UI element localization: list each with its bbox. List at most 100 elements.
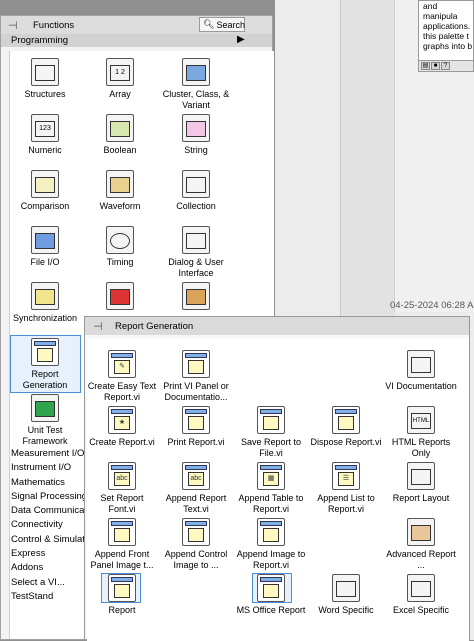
thumbtack-icon[interactable]: ⊣	[8, 19, 18, 32]
list-item[interactable]: Instrument I/O	[8, 461, 88, 475]
rg-item-html-reports[interactable]: HTML HTML Reports Only	[385, 406, 457, 458]
append-control-image-icon	[182, 518, 210, 546]
item-label: Numeric	[28, 145, 62, 155]
category-list: Measurement I/O Instrument I/O Mathemati…	[8, 447, 89, 604]
list-item[interactable]: Connectivity	[8, 518, 88, 532]
palette-item-comparison[interactable]: Comparison	[9, 170, 81, 212]
item-label: HTML Reports Only	[391, 437, 451, 458]
category-label: Programming	[11, 35, 69, 46]
item-label: Print VI Panel or Documentatio...	[163, 381, 229, 402]
rg-item-dispose-report[interactable]: Dispose Report.vi	[310, 406, 382, 448]
list-item[interactable]: TestStand	[8, 590, 88, 604]
rg-item-set-report-font[interactable]: abc Set Report Font.vi	[86, 462, 158, 514]
array-icon: 1 2	[106, 58, 134, 86]
vi-documentation-icon	[407, 350, 435, 378]
item-label: Append Image to Report.vi	[236, 549, 306, 570]
palette-item-file-io[interactable]: File I/O	[9, 226, 81, 268]
report-generation-title-bar[interactable]: ⊣ Report Generation	[85, 317, 469, 335]
html-reports-icon: HTML	[407, 406, 435, 434]
expand-arrow-icon[interactable]: ▶	[237, 34, 245, 45]
rg-item-advanced-report[interactable]: Advanced Report ...	[385, 518, 457, 570]
search-button[interactable]: 🔍︎ Search	[199, 17, 245, 32]
list-item[interactable]: Measurement I/O	[8, 447, 88, 461]
palette-item-timing[interactable]: Timing	[84, 226, 156, 268]
item-label: String	[184, 145, 208, 155]
item-label: Report Layout	[392, 493, 450, 503]
palette-item-string[interactable]: String	[160, 114, 232, 156]
palette-item-array[interactable]: 1 2 Array	[84, 58, 156, 100]
lock-icon[interactable]: ■	[431, 62, 440, 70]
search-icon: 🔍︎	[203, 19, 215, 29]
question-icon[interactable]: ?	[441, 62, 450, 70]
palette-item-numeric[interactable]: 123 Numeric	[9, 114, 81, 156]
palette-item-dialog[interactable]: Dialog & User Interface	[160, 226, 232, 278]
rg-item-ms-office-report[interactable]: MS Office Report	[235, 574, 307, 616]
palette-item-synchronization[interactable]: Synchronization	[9, 282, 81, 324]
item-label: Dialog & User Interface	[168, 257, 224, 278]
palette-item-unit-test[interactable]: Unit Test Framework	[9, 394, 81, 446]
item-label: Print Report.vi	[167, 437, 225, 447]
rg-item-append-table[interactable]: ▦ Append Table to Report.vi	[235, 462, 307, 514]
help-toolbar: ▤ ■ ?	[418, 60, 474, 72]
append-front-panel-icon	[108, 518, 136, 546]
item-label: Set Report Font.vi	[100, 493, 144, 514]
append-image-icon	[257, 518, 285, 546]
rg-item-word-specific[interactable]: Word Specific	[310, 574, 382, 616]
item-label: Dispose Report.vi	[310, 437, 382, 447]
help-line: applications.	[423, 21, 471, 31]
numeric-icon: 123	[31, 114, 59, 142]
list-item[interactable]: Signal Processing	[8, 490, 88, 504]
rg-item-excel-specific[interactable]: Excel Specific	[385, 574, 457, 616]
palette-item-report-generation[interactable]: Report Generation	[9, 338, 81, 390]
rg-item-append-list[interactable]: ☰ Append List to Report.vi	[310, 462, 382, 514]
item-label: Comparison	[20, 201, 70, 211]
item-label: Array	[109, 89, 131, 99]
item-label: Create Report.vi	[89, 437, 155, 447]
rg-item-print-vi-panel[interactable]: Print VI Panel or Documentatio...	[160, 350, 232, 402]
list-item[interactable]: Control & Simulati	[8, 533, 88, 547]
functions-title-bar[interactable]: ⊣ Functions 🔍︎ Search	[1, 16, 272, 34]
palette-item-graphics-sound[interactable]	[84, 282, 156, 313]
list-item[interactable]: Express	[8, 547, 88, 561]
palette-item-application-control[interactable]	[160, 282, 232, 313]
list-item[interactable]: Mathematics	[8, 476, 88, 490]
category-header[interactable]: Programming ▶	[1, 34, 272, 47]
report-icon	[108, 574, 136, 602]
show-help-icon[interactable]: ▤	[421, 62, 430, 70]
item-label: Append Report Text.vi	[165, 493, 227, 514]
rg-item-create-easy-text-report[interactable]: ✎ Create Easy Text Report.vi	[86, 350, 158, 402]
item-label: Excel Specific	[392, 605, 450, 615]
append-table-icon: ▦	[257, 462, 285, 490]
rg-item-report[interactable]: Report	[86, 574, 158, 616]
rg-item-append-control-image[interactable]: Append Control Image to ...	[160, 518, 232, 570]
application-control-icon	[182, 282, 210, 310]
palette-item-structures[interactable]: Structures	[9, 58, 81, 100]
file-io-icon	[31, 226, 59, 254]
rg-item-print-report[interactable]: Print Report.vi	[160, 406, 232, 448]
palette-item-collection[interactable]: Collection	[160, 170, 232, 212]
palette-item-cluster[interactable]: Cluster, Class, & Variant	[160, 58, 232, 110]
item-label: MS Office Report	[236, 605, 306, 615]
list-item[interactable]: Select a VI...	[8, 576, 88, 590]
palette-item-waveform[interactable]: Waveform	[84, 170, 156, 212]
thumbtack-icon[interactable]: ⊣	[93, 320, 103, 333]
rg-item-append-image[interactable]: Append Image to Report.vi	[235, 518, 307, 570]
item-label: Append Control Image to ...	[164, 549, 228, 570]
save-report-icon	[257, 406, 285, 434]
rg-item-report-layout[interactable]: Report Layout	[385, 462, 457, 504]
rg-item-vi-documentation[interactable]: VI Documentation	[385, 350, 457, 392]
structures-icon	[31, 58, 59, 86]
rg-item-create-report[interactable]: ★ Create Report.vi	[86, 406, 158, 448]
palette-item-boolean[interactable]: Boolean	[84, 114, 156, 156]
item-label: Report	[108, 605, 136, 615]
rg-item-append-front-panel[interactable]: Append Front Panel Image t...	[86, 518, 158, 570]
collection-icon	[182, 170, 210, 198]
append-list-icon: ☰	[332, 462, 360, 490]
help-line: this palette t	[423, 31, 469, 41]
rg-item-append-report-text[interactable]: abc Append Report Text.vi	[160, 462, 232, 514]
list-item[interactable]: Addons	[8, 561, 88, 575]
item-label: Word Specific	[318, 605, 374, 615]
list-item[interactable]: Data Communicati	[8, 504, 89, 518]
rg-item-save-report[interactable]: Save Report to File.vi	[235, 406, 307, 458]
item-label: Collection	[176, 201, 216, 211]
